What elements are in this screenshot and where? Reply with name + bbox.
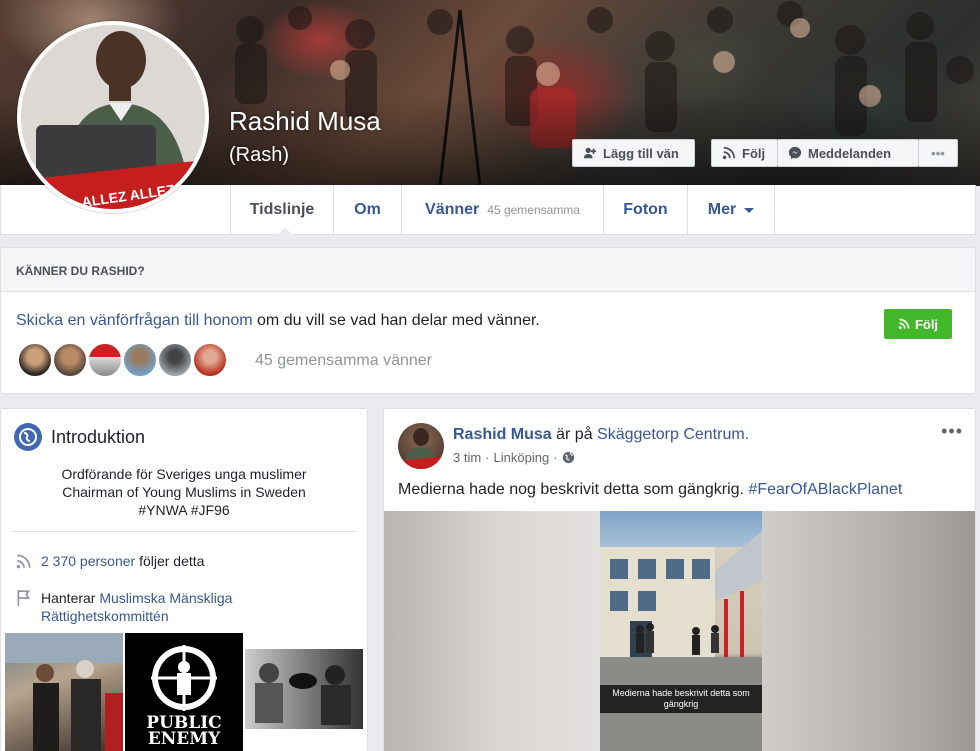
intro-title: Introduktion xyxy=(51,427,146,447)
follow-label: Följ xyxy=(742,145,766,161)
post-meta: 3 tim · Linköping · xyxy=(453,450,575,465)
tab-photos-label: Foton xyxy=(623,201,668,218)
post-time[interactable]: 3 tim xyxy=(453,450,481,465)
add-friend-icon xyxy=(583,147,597,159)
tab-friends[interactable]: Vänner 45 gemensamma xyxy=(402,185,604,235)
featured-photo[interactable]: PUBLIC ENEMY xyxy=(125,633,243,751)
post-location[interactable]: Linköping xyxy=(494,450,550,465)
timeline-post: Rashid Musa är på Skäggetorp Centrum. 3 … xyxy=(383,408,976,751)
post-author-name[interactable]: Rashid Musa xyxy=(453,426,552,443)
know-user-heading: KÄNNER DU RASHID? xyxy=(1,248,975,292)
post-body: Medierna hade nog beskrivit detta som gä… xyxy=(398,481,749,498)
follow-green-button[interactable]: Följ xyxy=(884,309,952,339)
add-friend-button[interactable]: Lägg till vän xyxy=(572,139,695,167)
tab-timeline[interactable]: Tidslinje xyxy=(230,185,334,236)
profile-name[interactable]: Rashid Musa xyxy=(229,106,381,137)
post-video[interactable]: Medierna hade beskrivit detta som gängkr… xyxy=(600,511,762,751)
photo-people-illustration xyxy=(5,633,123,751)
manages-label: Hanterar xyxy=(41,590,100,606)
tab-more[interactable]: Mer xyxy=(688,185,775,235)
bio-line: Ordförande för Sveriges unga muslimer xyxy=(61,466,307,482)
messenger-icon xyxy=(788,146,802,160)
friend-avatar[interactable] xyxy=(87,342,123,378)
mutual-friends-avatars xyxy=(17,342,228,378)
followers-link[interactable]: 2 370 personer xyxy=(41,553,135,569)
message-label: Meddelanden xyxy=(808,145,892,161)
followers-row: 2 370 personer följer detta xyxy=(15,552,204,570)
friend-request-rest: om du vill se vad han delar med vänner. xyxy=(252,312,540,329)
post-author-avatar[interactable] xyxy=(398,423,444,469)
intro-bio: Ordförande för Sveriges unga muslimer Ch… xyxy=(1,465,367,519)
video-frame-illustration xyxy=(600,531,762,751)
know-user-box: KÄNNER DU RASHID? Skicka en vänförfrågan… xyxy=(0,247,976,394)
boxing-photo-illustration xyxy=(245,649,363,729)
separator-dot: · xyxy=(553,450,558,465)
friend-avatar[interactable] xyxy=(17,342,53,378)
tab-friends-label: Vänner xyxy=(425,201,480,218)
post-is-at: är på xyxy=(551,426,598,443)
hashtag-link[interactable]: #FearOfABlackPlanet xyxy=(748,481,902,498)
bio-line: Chairman of Young Muslims in Sweden xyxy=(62,484,306,500)
manages-row: Hanterar Muslimska Mänskliga Rättighetsk… xyxy=(15,589,315,625)
rss-icon xyxy=(16,554,31,569)
friend-avatar[interactable] xyxy=(192,342,228,378)
tab-friends-count: 45 gemensamma xyxy=(487,203,580,217)
globe-icon[interactable] xyxy=(562,451,575,464)
post-text: Medierna hade nog beskrivit detta som gä… xyxy=(398,481,902,499)
message-button[interactable]: Meddelanden xyxy=(777,139,919,167)
friend-avatar[interactable] xyxy=(122,342,158,378)
tab-more-label: Mer xyxy=(707,201,737,218)
intro-divider xyxy=(13,531,355,532)
send-friend-request-link[interactable]: Skicka en vänförfrågan till honom xyxy=(16,312,253,329)
friend-avatar[interactable] xyxy=(157,342,193,378)
chevron-down-icon xyxy=(744,207,755,213)
featured-photo[interactable] xyxy=(5,633,123,751)
tab-about-label: Om xyxy=(354,201,381,218)
friend-avatar[interactable] xyxy=(52,342,88,378)
post-options-button[interactable]: ••• xyxy=(941,421,963,442)
video-caption: Medierna hade beskrivit detta som gängkr… xyxy=(600,685,762,713)
followers-rest: följer detta xyxy=(135,553,205,569)
tab-timeline-label: Tidslinje xyxy=(249,201,315,218)
separator-dot: · xyxy=(485,450,490,465)
globe-icon xyxy=(14,423,42,451)
bio-line: #YNWA #JF96 xyxy=(138,502,230,518)
friend-request-prompt: Skicka en vänförfrågan till honom om du … xyxy=(16,312,540,330)
tab-about[interactable]: Om xyxy=(334,185,402,235)
follow-button[interactable]: Följ xyxy=(711,139,778,167)
mutual-friends-count[interactable]: 45 gemensamma vänner xyxy=(255,352,432,370)
profile-picture[interactable]: ALLEZ ALLEZ ALL xyxy=(17,21,209,213)
more-options-button[interactable]: ••• xyxy=(918,139,958,167)
public-enemy-text: PUBLIC ENEMY xyxy=(146,713,222,749)
tab-photos[interactable]: Foton xyxy=(604,185,688,235)
profile-alternate-name: (Rash) xyxy=(229,144,290,166)
rss-icon xyxy=(898,318,910,330)
rss-icon xyxy=(722,146,736,160)
intro-card: Introduktion Ordförande för Sveriges ung… xyxy=(0,408,368,751)
profile-photo-illustration: ALLEZ ALLEZ ALL xyxy=(21,25,205,209)
flag-icon xyxy=(17,590,31,606)
post-place-link[interactable]: Skäggetorp Centrum. xyxy=(597,426,749,443)
add-friend-label: Lägg till vän xyxy=(603,145,679,161)
featured-photo[interactable] xyxy=(245,633,363,751)
post-header: Rashid Musa är på Skäggetorp Centrum. xyxy=(453,426,749,444)
follow-green-label: Följ xyxy=(914,316,939,332)
intro-photos: PUBLIC ENEMY xyxy=(5,633,363,751)
